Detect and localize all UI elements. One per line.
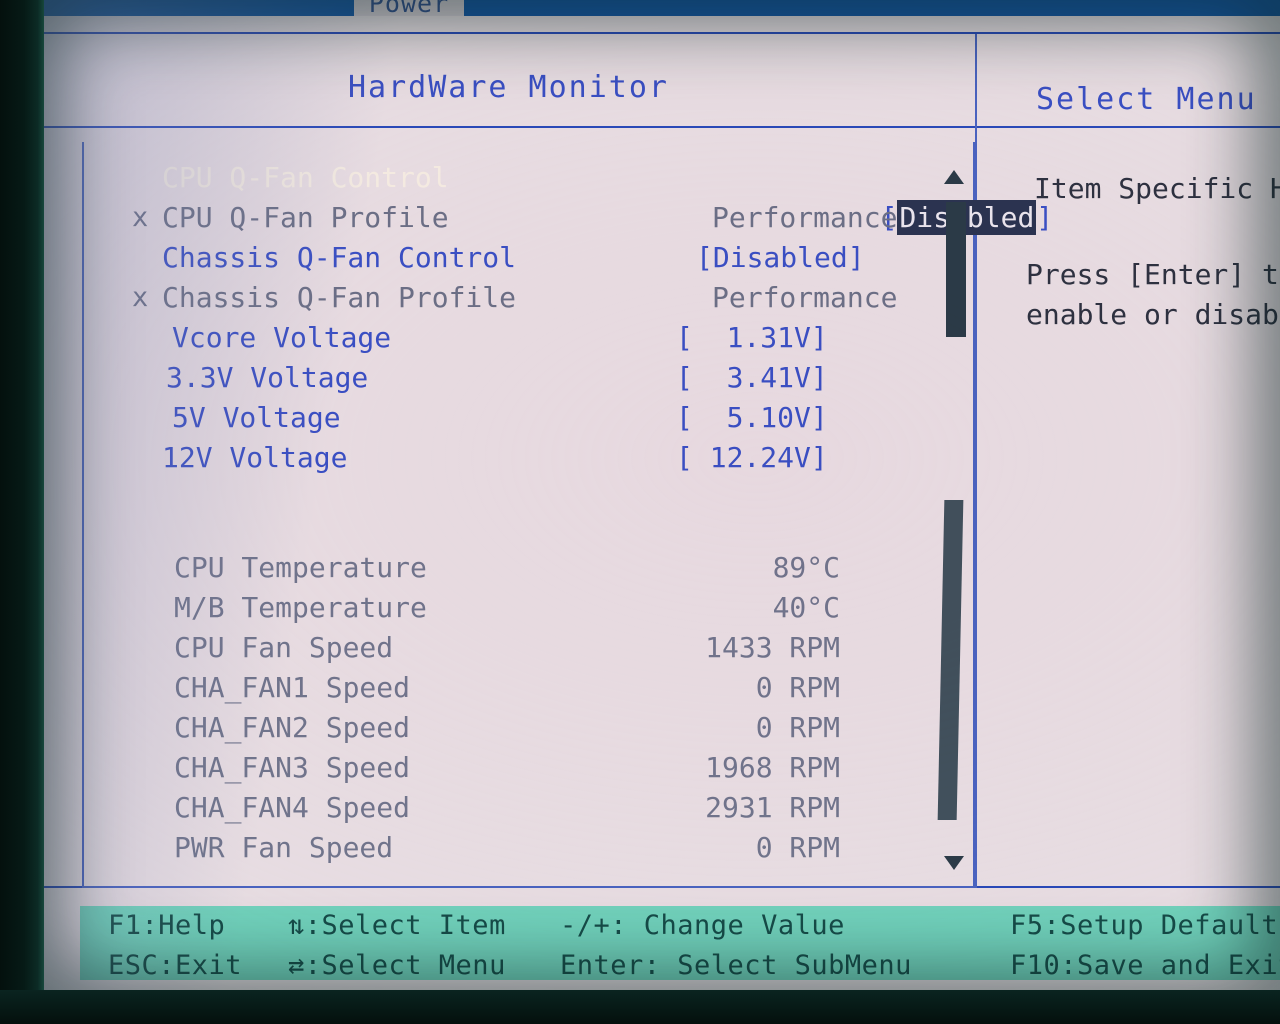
reading-value: 1968 RPM — [705, 751, 840, 784]
help-panel-title: Select Menu — [1036, 82, 1257, 117]
setting-value[interactable]: [ 5.10V] — [676, 398, 828, 438]
bios-screen: Power HardWare Monitor Select Menu CPU Q… — [36, 0, 1280, 996]
menu-bar — [36, 0, 1280, 16]
setting-row-5v-voltage[interactable]: 5V Voltage [ 5.10V] — [96, 398, 976, 438]
scrollbar-track[interactable] — [937, 500, 964, 820]
key-select-item[interactable]: ⇅:Select Item — [288, 910, 506, 941]
disabled-marker: x — [132, 202, 149, 233]
key-change-value[interactable]: -/+: Change Value — [560, 910, 845, 941]
monitor-bezel-bottom — [0, 990, 1280, 1024]
setting-row-chassis-q-fan-profile: x Chassis Q-Fan Profile Performance — [96, 278, 976, 318]
tab-power-label: Power — [368, 0, 450, 18]
reading-value: 2931 RPM — [705, 791, 840, 824]
setting-label: 12V Voltage — [162, 441, 348, 474]
reading-value: 0 RPM — [755, 671, 840, 704]
reading-label: CPU Fan Speed — [174, 631, 394, 664]
reading-label: CHA_FAN4 Speed — [174, 791, 411, 824]
key-f1-help[interactable]: F1:Help — [108, 910, 225, 941]
reading-row-mb-temperature: M/B Temperature 40°C — [96, 588, 976, 628]
reading-row-cpu-temperature: CPU Temperature 89°C — [96, 548, 976, 588]
reading-row-cpu-fan-speed: CPU Fan Speed 1433 RPM — [96, 628, 976, 668]
reading-row-cha-fan1-speed: CHA_FAN1 Speed 0 RPM — [96, 668, 976, 708]
setting-value: Performance — [712, 201, 898, 234]
setting-label: CPU Q-Fan Control — [162, 161, 449, 194]
setting-value[interactable]: [ 3.41V] — [676, 358, 828, 398]
setting-value: Performance — [712, 281, 898, 314]
reading-value: 0 RPM — [755, 831, 840, 864]
key-esc-exit[interactable]: ESC:Exit — [108, 950, 242, 981]
setting-row-vcore-voltage[interactable]: Vcore Voltage [ 1.31V] — [96, 318, 976, 358]
setting-label: Vcore Voltage — [172, 321, 392, 354]
monitor-photo: Power HardWare Monitor Select Menu CPU Q… — [0, 0, 1280, 1024]
reading-label: CHA_FAN1 Speed — [174, 671, 411, 704]
title-rule — [36, 126, 1280, 128]
disabled-marker: x — [132, 282, 149, 313]
item-specific-help-panel: Item Specific Hel Press [Enter] to enabl… — [988, 140, 1280, 880]
key-select-menu[interactable]: ⇄:Select Menu — [288, 950, 506, 981]
reading-value: 1433 RPM — [705, 631, 840, 664]
reading-row-cha-fan3-speed: CHA_FAN3 Speed 1968 RPM — [96, 748, 976, 788]
reading-row-cha-fan2-speed: CHA_FAN2 Speed 0 RPM — [96, 708, 976, 748]
reading-value: 0 RPM — [755, 711, 840, 744]
reading-row-pwr-fan-speed: PWR Fan Speed 0 RPM — [96, 828, 976, 868]
setting-row-chassis-q-fan-control[interactable]: Chassis Q-Fan Control [Disabled] — [96, 238, 976, 278]
setting-row-3v3-voltage[interactable]: 3.3V Voltage [ 3.41V] — [96, 358, 976, 398]
setting-label: Chassis Q-Fan Control — [162, 241, 517, 274]
setting-row-cpu-q-fan-control[interactable]: CPU Q-Fan Control [Disabled] — [96, 158, 1053, 235]
setting-value[interactable]: [ 12.24V] — [676, 438, 828, 478]
reading-value: 89°C — [772, 551, 840, 584]
monitor-bezel-left — [0, 0, 44, 1024]
reading-label: CPU Temperature — [174, 551, 427, 584]
setting-label: 5V Voltage — [172, 401, 341, 434]
scrollbar-thumb[interactable] — [946, 202, 966, 337]
setting-label: 3.3V Voltage — [166, 361, 369, 394]
reading-label: CHA_FAN3 Speed — [174, 751, 411, 784]
key-select-submenu[interactable]: Enter: Select SubMenu — [560, 950, 912, 981]
help-text-line-1: Press [Enter] to — [1026, 258, 1280, 291]
readings-list: CPU Temperature 89°C M/B Temperature 40°… — [96, 548, 976, 868]
setting-row-12v-voltage[interactable]: 12V Voltage [ 12.24V] — [96, 438, 976, 478]
triangle-down-icon[interactable] — [944, 856, 964, 870]
reading-label: M/B Temperature — [174, 591, 427, 624]
help-text-line-2: enable or disable — [1026, 298, 1280, 331]
key-f10-save-and-exit[interactable]: F10:Save and Exit — [1010, 950, 1280, 981]
setting-label: Chassis Q-Fan Profile — [162, 281, 517, 314]
reading-row-cha-fan4-speed: CHA_FAN4 Speed 2931 RPM — [96, 788, 976, 828]
reading-label: PWR Fan Speed — [174, 831, 394, 864]
scrollbar[interactable] — [934, 170, 970, 870]
reading-value: 40°C — [772, 591, 840, 624]
page-title: HardWare Monitor — [348, 70, 669, 105]
setting-value[interactable]: [ 1.31V] — [676, 318, 828, 358]
settings-list: CPU Q-Fan Control [Disabled] x CPU Q-Fan… — [96, 158, 1053, 478]
setting-value[interactable]: [Disabled] — [696, 238, 865, 278]
reading-label: CHA_FAN2 Speed — [174, 711, 411, 744]
triangle-up-icon[interactable] — [944, 170, 964, 184]
key-f5-setup-defaults[interactable]: F5:Setup Defaults — [1010, 910, 1280, 941]
setting-row-cpu-q-fan-profile: x CPU Q-Fan Profile Performance — [96, 198, 976, 238]
setting-label: CPU Q-Fan Profile — [162, 201, 449, 234]
help-heading: Item Specific Hel — [1034, 172, 1280, 205]
key-legend-bar: F1:Help ESC:Exit ⇅:Select Item ⇄:Select … — [80, 906, 1280, 981]
